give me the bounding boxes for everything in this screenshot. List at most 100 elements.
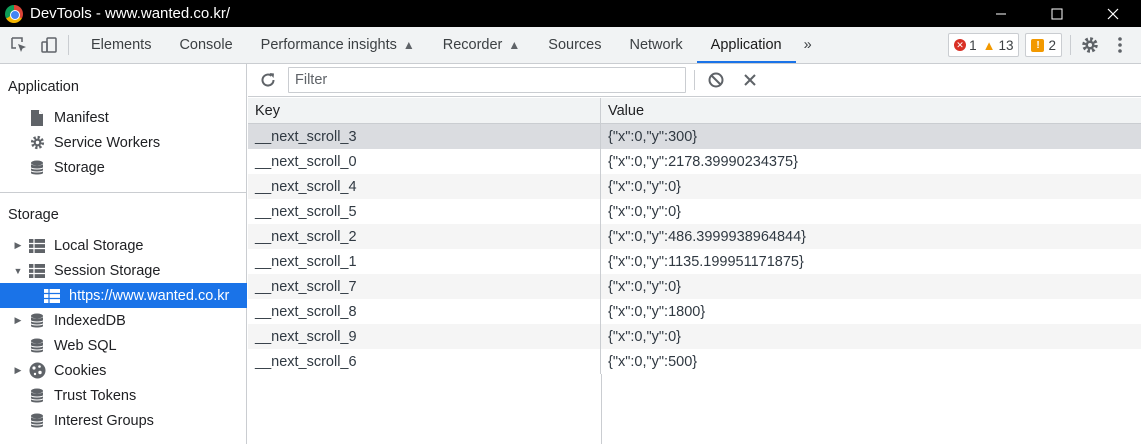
device-toolbar-button[interactable] (38, 34, 60, 56)
database-icon (28, 387, 46, 405)
column-header-key[interactable]: Key (248, 98, 601, 123)
expand-arrow-icon[interactable]: ▶ (12, 315, 24, 326)
console-counts-button[interactable]: ✕ 1 ▲ 13 (948, 33, 1020, 57)
inspect-element-button[interactable] (8, 34, 30, 56)
tab-label: Recorder (442, 37, 503, 53)
inspect-element-icon (11, 37, 26, 52)
application-sidebar: Application Manifest Service Workers Sto… (0, 64, 247, 444)
table-row[interactable]: __next_scroll_9 {"x":0,"y":0} (248, 324, 1141, 349)
customize-menu-button[interactable] (1109, 34, 1131, 56)
tab-label: Performance insights (260, 37, 397, 53)
sidebar-item-interest-groups[interactable]: Interest Groups (0, 408, 247, 433)
table-row[interactable]: __next_scroll_5 {"x":0,"y":0} (248, 199, 1141, 224)
sidebar-item-cookies[interactable]: ▶ Cookies (0, 358, 247, 383)
window-title: DevTools - www.wanted.co.kr/ (30, 5, 231, 22)
table-row[interactable]: __next_scroll_2 {"x":0,"y":486.399993896… (248, 224, 1141, 249)
close-icon (744, 74, 756, 86)
table-grid-icon (28, 262, 46, 280)
refresh-button[interactable] (257, 69, 279, 91)
tab-label: Application (710, 37, 782, 53)
row-value: {"x":0,"y":1800} (608, 303, 706, 320)
sidebar-item-label: Manifest (54, 109, 109, 126)
table-row[interactable]: __next_scroll_7 {"x":0,"y":0} (248, 274, 1141, 299)
table-row[interactable]: __next_scroll_4 {"x":0,"y":0} (248, 174, 1141, 199)
sidebar-item-label: https://www.wanted.co.kr (69, 287, 230, 304)
tab-network[interactable]: Network (615, 27, 696, 63)
warning-icon: ▲ (982, 37, 996, 53)
devtools-tab-toolbar: Elements Console Performance insights ▲ R… (0, 27, 1141, 64)
delete-selected-button[interactable] (739, 69, 761, 91)
sidebar-item-service-workers[interactable]: Service Workers (0, 130, 247, 155)
table-grid-icon (43, 287, 61, 305)
session-storage-table: Key Value __next_scroll_3 {"x":0,"y":300… (248, 98, 1141, 444)
tab-elements[interactable]: Elements (77, 27, 165, 63)
row-key: __next_scroll_3 (248, 124, 601, 149)
chrome-logo-icon (5, 4, 23, 23)
row-value: {"x":0,"y":2178.39990234375} (608, 153, 798, 170)
sidebar-item-indexeddb[interactable]: ▶ IndexedDB (0, 308, 247, 333)
sidebar-item-label: Local Storage (54, 237, 144, 254)
more-tabs-button[interactable]: » (796, 27, 820, 63)
window-title-bar: DevTools - www.wanted.co.kr/ (0, 0, 1141, 27)
cookie-icon (28, 362, 46, 380)
tab-console[interactable]: Console (165, 27, 246, 63)
close-icon (1107, 8, 1119, 19)
sidebar-item-label: Interest Groups (54, 412, 154, 429)
error-icon: ✕ (954, 39, 967, 51)
minimize-icon (996, 13, 1006, 14)
row-key: __next_scroll_9 (248, 324, 601, 349)
tab-recorder[interactable]: Recorder ▲ (429, 27, 535, 63)
table-grid-icon (28, 237, 46, 255)
maximize-icon (1051, 8, 1063, 19)
issues-button[interactable]: ! 2 (1025, 33, 1062, 57)
sidebar-item-label: Trust Tokens (54, 387, 137, 404)
tab-sources[interactable]: Sources (534, 27, 615, 63)
filter-input[interactable] (288, 67, 686, 93)
tab-performance-insights[interactable]: Performance insights ▲ (247, 27, 429, 63)
row-value: {"x":0,"y":0} (608, 203, 681, 220)
storage-filter-toolbar (248, 64, 1141, 97)
refresh-icon (261, 73, 275, 87)
warning-count: 13 (998, 37, 1014, 53)
sidebar-item-label: IndexedDB (54, 312, 126, 329)
tab-application[interactable]: Application (696, 27, 796, 63)
minimize-button[interactable] (973, 0, 1029, 27)
expand-arrow-icon[interactable]: ▶ (12, 365, 24, 376)
document-icon (28, 109, 46, 127)
sidebar-item-trust-tokens[interactable]: Trust Tokens (0, 383, 247, 408)
sidebar-item-session-storage[interactable]: ▼ Session Storage (0, 258, 247, 283)
row-value: {"x":0,"y":0} (608, 178, 681, 195)
row-key: __next_scroll_4 (248, 174, 601, 199)
table-row[interactable]: __next_scroll_1 {"x":0,"y":1135.19995117… (248, 249, 1141, 274)
column-header-label: Value (608, 102, 645, 119)
sidebar-item-storage-overview[interactable]: Storage (0, 155, 247, 180)
tab-label: Console (179, 37, 233, 53)
row-key: __next_scroll_0 (248, 149, 601, 174)
tab-label: Network (629, 37, 683, 53)
column-header-label: Key (255, 102, 280, 119)
sidebar-item-web-sql[interactable]: Web SQL (0, 333, 247, 358)
sidebar-item-local-storage[interactable]: ▶ Local Storage (0, 233, 247, 258)
table-row[interactable]: __next_scroll_3 {"x":0,"y":300} (248, 124, 1141, 149)
table-row[interactable]: __next_scroll_0 {"x":0,"y":2178.39990234… (248, 149, 1141, 174)
table-row[interactable]: __next_scroll_8 {"x":0,"y":1800} (248, 299, 1141, 324)
collapse-arrow-icon[interactable]: ▼ (12, 266, 24, 276)
close-window-button[interactable] (1085, 0, 1141, 27)
sidebar-item-manifest[interactable]: Manifest (0, 105, 247, 130)
settings-button[interactable] (1079, 34, 1101, 56)
sidebar-item-label: Web SQL (54, 337, 117, 354)
column-header-value[interactable]: Value (601, 98, 1141, 123)
sidebar-item-session-origin[interactable]: https://www.wanted.co.kr (0, 283, 247, 308)
row-key: __next_scroll_5 (248, 199, 601, 224)
experiment-flask-icon: ▲ (402, 38, 415, 52)
clear-all-button[interactable] (705, 69, 727, 91)
device-toggle-icon (41, 37, 57, 53)
row-value: {"x":0,"y":1135.199951171875} (608, 253, 804, 270)
table-header: Key Value (248, 98, 1141, 124)
table-row[interactable]: __next_scroll_6 {"x":0,"y":500} (248, 349, 1141, 374)
maximize-button[interactable] (1029, 0, 1085, 27)
row-value: {"x":0,"y":0} (608, 328, 681, 345)
database-icon (28, 412, 46, 430)
expand-arrow-icon[interactable]: ▶ (12, 240, 24, 251)
tab-label: Elements (91, 37, 152, 53)
